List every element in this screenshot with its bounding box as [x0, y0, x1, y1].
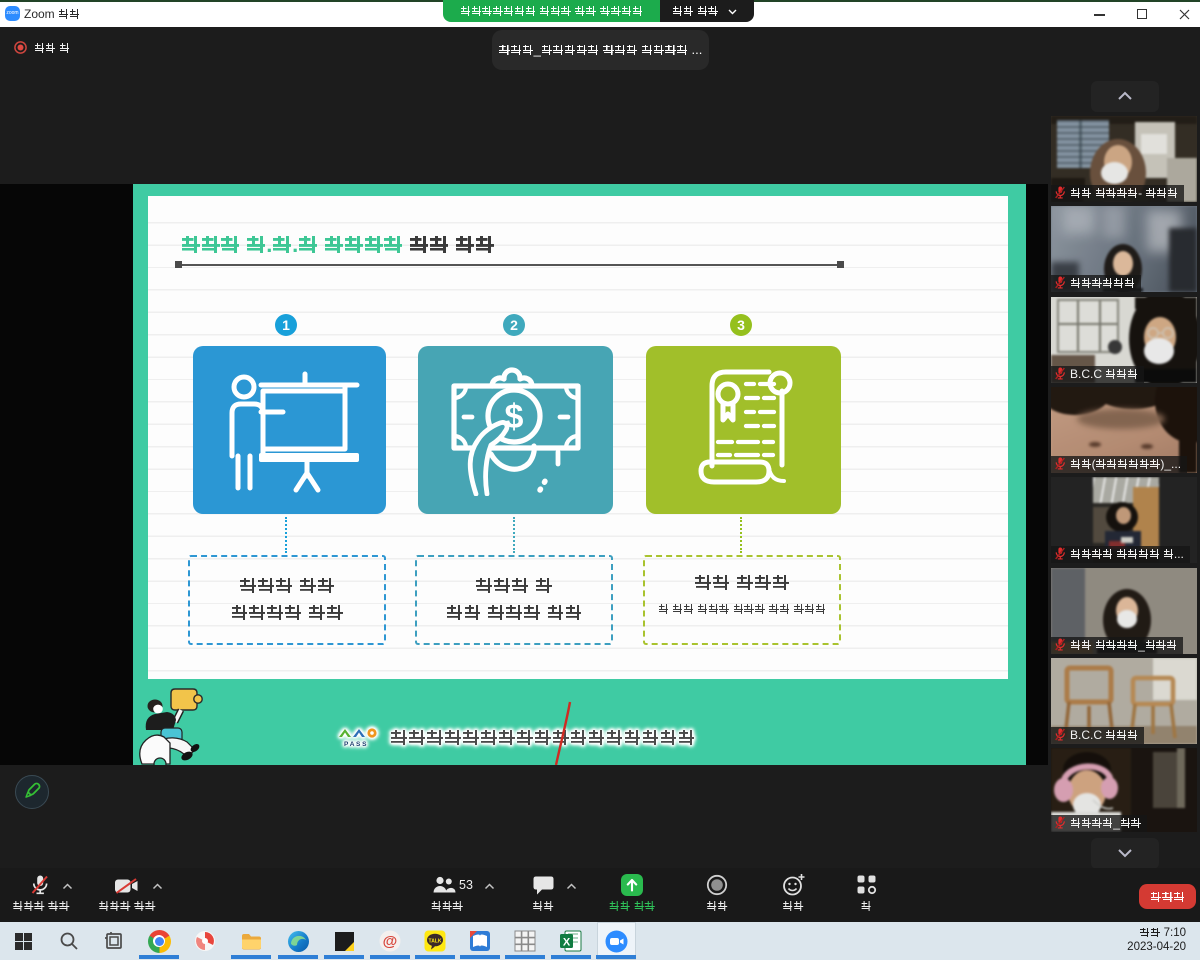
- svg-text:@: @: [383, 933, 398, 950]
- svg-text:TALK: TALK: [429, 938, 442, 944]
- svg-text:X: X: [563, 937, 571, 949]
